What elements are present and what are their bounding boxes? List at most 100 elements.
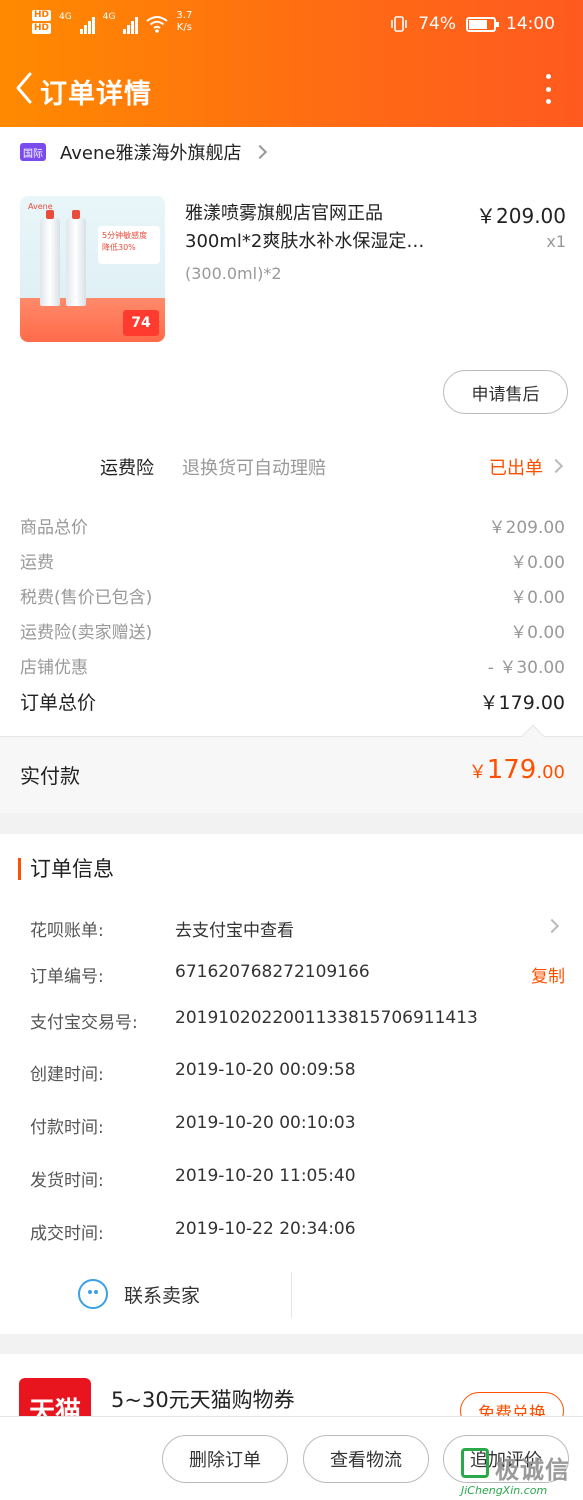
fee-label: 运费: [20, 553, 54, 573]
bottle-graphic: [40, 210, 60, 306]
info-row-order-id: 订单编号: 671620768272109166 复制: [30, 962, 565, 992]
fee-label: 商品总价: [20, 518, 88, 538]
info-key: 创建时间:: [30, 1065, 104, 1085]
fee-row: 运费险(卖家赠送) ￥0.00: [20, 618, 565, 650]
watermark-url: JiChengXin.com: [461, 1484, 548, 1497]
product-quantity: x1: [546, 232, 566, 251]
copy-button[interactable]: 复制: [531, 962, 565, 987]
chevron-right-icon: [253, 144, 268, 160]
paid-label: 实付款: [20, 764, 80, 788]
coupon-text: 5~30元天猫购物券: [111, 1388, 295, 1412]
product-spec: (300.0ml)*2: [185, 264, 282, 283]
order-total-row: 订单总价 ￥179.00: [20, 688, 565, 720]
paid-amount-decimal: .00: [536, 762, 565, 783]
info-value: 671620768272109166: [175, 962, 370, 982]
store-name: Avene雅漾海外旗舰店: [60, 143, 242, 164]
chevron-right-icon: [544, 918, 560, 934]
insurance-label: 运费险: [100, 458, 154, 479]
info-key: 支付宝交易号:: [30, 1013, 138, 1033]
product-price: ￥209.00: [476, 204, 566, 228]
clock: 14:00: [506, 14, 555, 34]
battery-percent: 74%: [418, 14, 456, 34]
divider: [291, 1272, 292, 1318]
product-image[interactable]: Avene 5分钟敏感度 降低30% 74: [20, 196, 165, 342]
speed-value: 3.7: [176, 10, 193, 21]
chevron-right-icon: [548, 458, 564, 474]
header: HD HD 4G 4G 3.7 K/s 74% 14:00 订单详情: [0, 0, 583, 127]
more-menu-icon[interactable]: [543, 74, 553, 104]
info-value: 2019-10-20 00:09:58: [175, 1060, 356, 1080]
order-card: 国际 Avene雅漾海外旗舰店 Avene 5分钟敏感度 降低30% 74 雅漾…: [0, 127, 583, 813]
info-key: 花呗账单:: [30, 921, 104, 941]
product-title[interactable]: 雅漾喷雾旗舰店官网正品 300ml*2爽肤水补水保湿定…: [185, 200, 455, 256]
pointer-notch: [521, 724, 545, 748]
currency-symbol: ￥: [468, 762, 487, 783]
info-key: 订单编号:: [30, 967, 104, 987]
speed-unit: K/s: [176, 22, 192, 33]
delete-order-button[interactable]: 删除订单: [162, 1435, 288, 1483]
shipping-insurance-row[interactable]: 运费险 退换货可自动理赔 已出单: [0, 439, 583, 493]
info-value: 2019102022001133815706911413: [175, 1008, 478, 1028]
info-value: 2019-10-20 11:05:40: [175, 1166, 356, 1186]
hd-badge: HD: [32, 23, 52, 34]
info-key: 付款时间:: [30, 1118, 104, 1138]
hd-badge: HD: [32, 10, 52, 21]
back-arrow-icon[interactable]: [12, 70, 36, 106]
bottle-graphic: [66, 210, 86, 306]
network-type: 4G: [59, 12, 72, 22]
network-type: 4G: [102, 12, 116, 22]
fee-label: 店铺优惠: [20, 658, 88, 678]
international-badge: 国际: [20, 143, 46, 161]
after-sale-button[interactable]: 申请售后: [443, 370, 568, 414]
watermark: 极诚信 JiChengXin.com: [461, 1448, 577, 1498]
product-title-line: 300ml*2爽肤水补水保湿定…: [185, 231, 425, 252]
fee-value: ￥0.00: [510, 588, 565, 608]
fee-value: ￥209.00: [488, 518, 565, 538]
fee-row: 商品总价 ￥209.00: [20, 513, 565, 545]
fee-value: ￥0.00: [510, 553, 565, 573]
network-speed: 3.7 K/s: [176, 10, 192, 34]
info-row-alipay-id: 支付宝交易号: 2019102022001133815706911413: [30, 1008, 565, 1038]
vibrate-icon: [391, 16, 408, 32]
watermark-text: 极诚信: [495, 1456, 570, 1484]
info-value: 去支付宝中查看: [175, 921, 294, 941]
contact-seller-label: 联系卖家: [124, 1284, 201, 1307]
watermark-logo: [461, 1448, 489, 1478]
view-logistics-button[interactable]: 查看物流: [303, 1435, 429, 1483]
store-row[interactable]: 国际 Avene雅漾海外旗舰店: [0, 127, 583, 177]
nav-bar: 订单详情: [0, 60, 583, 116]
info-row-shipped: 发货时间: 2019-10-20 11:05:40: [30, 1166, 565, 1196]
fee-label: 运费险(卖家赠送): [20, 623, 153, 643]
product-image-promo: 5分钟敏感度 降低30%: [98, 226, 160, 264]
info-row-paid: 付款时间: 2019-10-20 00:10:03: [30, 1113, 565, 1143]
order-total-label: 订单总价: [20, 692, 97, 714]
fee-row: 店铺优惠 - ￥30.00: [20, 653, 565, 685]
fee-label: 税费(售价已包含): [20, 588, 153, 608]
fee-value: ￥0.00: [510, 623, 565, 643]
chat-icon: [78, 1279, 108, 1309]
signal-icon: [79, 14, 95, 34]
fee-value: - ￥30.00: [487, 658, 565, 678]
info-value: 2019-10-22 20:34:06: [175, 1219, 356, 1239]
fee-row: 运费 ￥0.00: [20, 548, 565, 580]
info-value: 2019-10-20 00:10:03: [175, 1113, 356, 1133]
product-image-price: 74: [123, 310, 159, 336]
insurance-status: 已出单: [489, 458, 543, 479]
section-title: 订单信息: [18, 858, 114, 880]
page-title: 订单详情: [40, 79, 152, 110]
info-row-huabei[interactable]: 花呗账单: 去支付宝中查看: [30, 916, 565, 946]
signal-icon: [123, 14, 139, 34]
info-key: 成交时间:: [30, 1224, 104, 1244]
product-title-line: 雅漾喷雾旗舰店官网正品: [185, 203, 383, 224]
paid-amount-box: 实付款 ￥179.00: [0, 724, 583, 813]
paid-amount: ￥179.00: [469, 755, 565, 785]
order-info-section: 订单信息 花呗账单: 去支付宝中查看 订单编号: 671620768272109…: [0, 834, 583, 1334]
fee-row: 税费(售价已包含) ￥0.00: [20, 583, 565, 615]
contact-seller-button[interactable]: 联系卖家: [78, 1279, 200, 1309]
status-bar: HD HD 4G 4G 3.7 K/s 74% 14:00: [0, 8, 583, 42]
wifi-icon: [146, 16, 169, 33]
info-key: 发货时间:: [30, 1171, 104, 1191]
insurance-desc: 退换货可自动理赔: [182, 458, 326, 479]
order-total-value: ￥179.00: [479, 692, 565, 714]
battery-icon: [466, 16, 499, 32]
